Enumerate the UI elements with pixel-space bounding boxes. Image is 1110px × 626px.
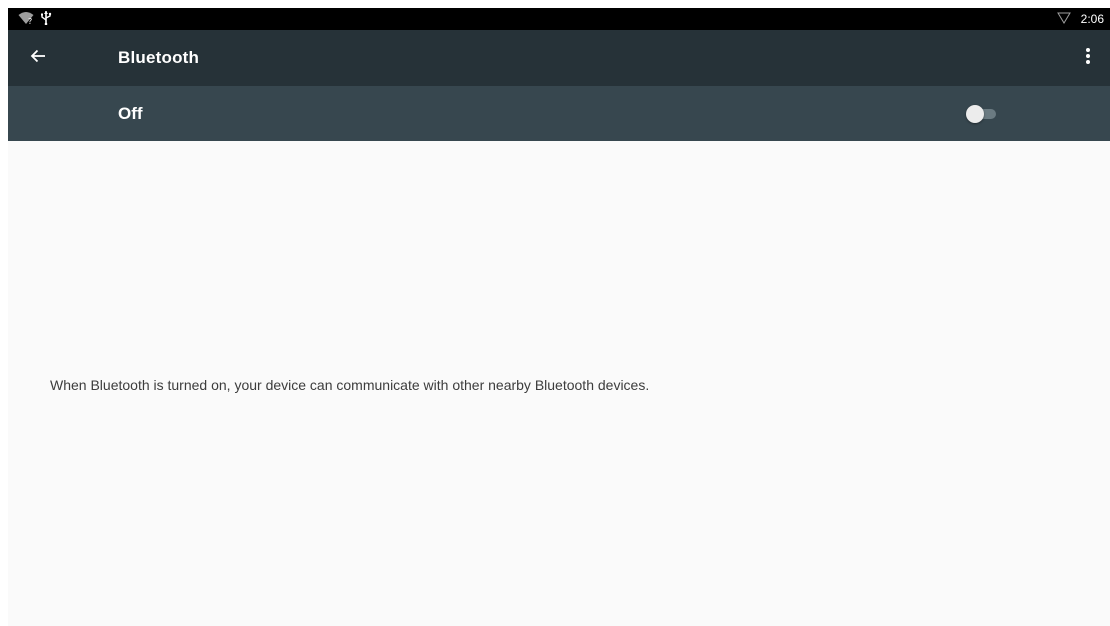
usb-icon	[40, 10, 52, 28]
toolbar: Bluetooth	[8, 30, 1110, 86]
back-button[interactable]	[26, 46, 50, 70]
bluetooth-settings-screen: ? 2:06 Bluetooth Off When Bluetooth is t…	[8, 8, 1110, 626]
status-bar: ? 2:06	[8, 8, 1110, 30]
svg-text:?: ?	[28, 17, 32, 25]
page-title: Bluetooth	[118, 48, 200, 67]
status-bar-left: ?	[18, 10, 52, 28]
toggle-thumb	[966, 105, 984, 123]
more-options-button[interactable]	[1076, 46, 1100, 70]
more-vert-icon	[1085, 47, 1091, 70]
bluetooth-toggle[interactable]	[966, 105, 998, 123]
signal-outline-icon	[1056, 11, 1071, 28]
arrow-back-icon	[30, 48, 46, 69]
status-time: 2:06	[1080, 12, 1104, 26]
bluetooth-switch-bar[interactable]: Off	[8, 86, 1110, 141]
status-bar-right: 2:06	[1056, 11, 1104, 28]
wifi-question-icon: ?	[18, 11, 34, 28]
empty-state-message: When Bluetooth is turned on, your device…	[50, 377, 650, 393]
switch-bar-label: Off	[118, 104, 143, 123]
